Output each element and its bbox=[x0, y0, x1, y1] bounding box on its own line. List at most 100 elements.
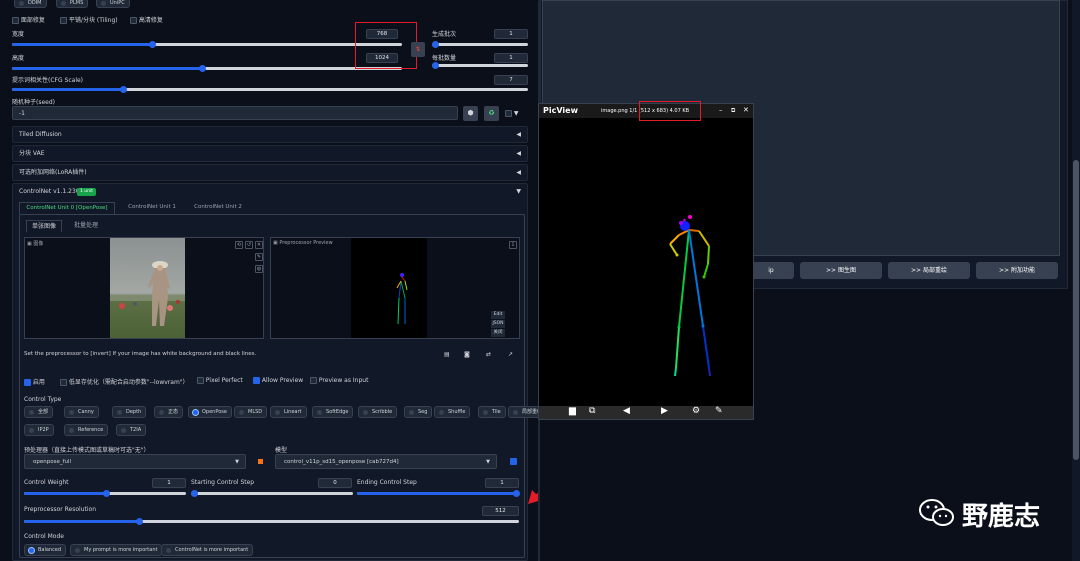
slider-knob[interactable] bbox=[191, 490, 198, 497]
control-type-option[interactable]: Lineart bbox=[270, 406, 307, 418]
palette-icon[interactable]: ◍ bbox=[255, 265, 263, 273]
scrollbar[interactable] bbox=[1072, 0, 1080, 561]
json-button[interactable]: JSON bbox=[491, 320, 505, 328]
checkbox[interactable] bbox=[310, 377, 317, 384]
tools-icon[interactable]: ✎ bbox=[715, 406, 723, 416]
checkbox[interactable] bbox=[12, 17, 19, 24]
batch-count-slider[interactable] bbox=[432, 41, 528, 48]
control-type-option[interactable]: Depth bbox=[112, 406, 147, 418]
download-icon[interactable]: ⇩ bbox=[509, 241, 517, 249]
control-type-option[interactable]: T2IA bbox=[116, 424, 147, 436]
sampler-unipc[interactable]: UniPC bbox=[96, 0, 130, 8]
tiled-diffusion-accordion[interactable]: Tiled Diffusion ◀ bbox=[12, 126, 528, 143]
control-type-option[interactable]: Reference bbox=[64, 424, 109, 436]
sampler-ddim[interactable]: DDIM bbox=[14, 0, 47, 8]
control-type-option[interactable]: OpenPose bbox=[188, 406, 232, 418]
run-preprocessor-icon[interactable] bbox=[258, 459, 263, 464]
send-icon[interactable]: ↗ bbox=[508, 351, 513, 358]
control-type-option[interactable]: Shuffle bbox=[434, 406, 471, 418]
checkbox[interactable] bbox=[24, 379, 31, 386]
slider-knob[interactable] bbox=[432, 62, 439, 69]
seed-input[interactable]: -1 bbox=[12, 106, 458, 120]
slider-knob[interactable] bbox=[149, 41, 156, 48]
caret-down-icon[interactable]: ▼ bbox=[516, 188, 521, 195]
control-type-option[interactable]: IP2P bbox=[24, 424, 54, 436]
recycle-icon[interactable]: ♻ bbox=[484, 106, 499, 121]
next-icon[interactable]: ▶ bbox=[661, 406, 668, 416]
end-step-slider[interactable] bbox=[357, 490, 520, 497]
maximize-icon[interactable]: ⧉ bbox=[731, 107, 735, 115]
mode-prompt[interactable]: My prompt is more important bbox=[70, 544, 163, 556]
cfg-input[interactable]: 7 bbox=[494, 75, 528, 85]
slider-knob[interactable] bbox=[513, 490, 520, 497]
hires-fix-option[interactable]: 高清修复 bbox=[130, 15, 163, 24]
checkbox[interactable] bbox=[253, 377, 260, 384]
batch-count-input[interactable]: 1 bbox=[494, 29, 528, 39]
model-select[interactable]: control_v11p_sd15_openpose [cab727d4] ▼ bbox=[275, 454, 497, 469]
slider-knob[interactable] bbox=[103, 490, 110, 497]
tiling-option[interactable]: 平铺/分块 (Tiling) bbox=[60, 15, 118, 24]
checkbox[interactable] bbox=[505, 110, 512, 117]
swap-icon[interactable]: ⟲ bbox=[235, 241, 243, 249]
allow-preview-option[interactable]: Allow Preview bbox=[253, 377, 303, 384]
camera-icon[interactable]: ◙ bbox=[464, 351, 470, 358]
height-slider[interactable] bbox=[12, 65, 402, 72]
mode-controlnet[interactable]: ControlNet is more important bbox=[161, 544, 254, 556]
resolution-slider[interactable] bbox=[24, 518, 519, 525]
resolution-input[interactable]: 512 bbox=[482, 506, 519, 516]
start-step-input[interactable]: 0 bbox=[318, 478, 352, 488]
lowvram-option[interactable]: 低显存优化（需配合启动参数"--lowvram"） bbox=[60, 377, 189, 386]
slider-knob[interactable] bbox=[199, 65, 206, 72]
tab-single-image[interactable]: 单张图像 bbox=[26, 220, 62, 232]
dice-icon[interactable]: ⬢ bbox=[463, 106, 478, 121]
mode-balanced[interactable]: Balanced bbox=[24, 544, 67, 556]
send-to-img2img-button[interactable]: >> 图生图 bbox=[800, 262, 882, 279]
checkbox[interactable] bbox=[60, 379, 67, 386]
batch-size-input[interactable]: 1 bbox=[494, 53, 528, 63]
control-weight-slider[interactable] bbox=[24, 490, 186, 497]
control-type-option[interactable]: SoftEdge bbox=[312, 406, 354, 418]
control-weight-input[interactable]: 1 bbox=[152, 478, 186, 488]
swap-arrows-icon[interactable]: ⇄ bbox=[486, 351, 491, 358]
control-type-option[interactable]: Seg bbox=[404, 406, 433, 418]
enable-option[interactable]: 启用 bbox=[24, 377, 45, 386]
swap-dimensions-button[interactable]: ⇅ bbox=[411, 42, 425, 57]
scrollbar-thumb[interactable] bbox=[1073, 160, 1079, 460]
extra-seed-toggle[interactable]: ▼ bbox=[505, 110, 519, 117]
end-step-input[interactable]: 1 bbox=[485, 478, 519, 488]
brush-icon[interactable]: ✎ bbox=[255, 253, 263, 261]
slider-knob[interactable] bbox=[120, 86, 127, 93]
image-upload-box[interactable]: ▣ 图像 ⟲ ↺ ✕ ✎ ◍ bbox=[24, 237, 264, 339]
control-type-option[interactable]: Scribble bbox=[358, 406, 398, 418]
cfg-slider[interactable] bbox=[12, 86, 528, 93]
width-slider[interactable] bbox=[12, 41, 402, 48]
control-type-option[interactable]: Tile bbox=[478, 406, 506, 418]
close-preview-button[interactable]: 关闭 bbox=[491, 329, 505, 337]
send-to-inpaint-button[interactable]: >> 局部重绘 bbox=[888, 262, 970, 279]
tiled-vae-accordion[interactable]: 分块 VAE ◀ bbox=[12, 145, 528, 162]
start-step-slider[interactable] bbox=[191, 490, 353, 497]
tab-unit-1[interactable]: ControlNet Unit 1 bbox=[119, 202, 185, 214]
close-icon[interactable]: ✕ bbox=[743, 106, 749, 114]
checkbox[interactable] bbox=[130, 17, 137, 24]
close-icon[interactable]: ✕ bbox=[255, 241, 263, 249]
checkbox[interactable] bbox=[60, 17, 67, 24]
restore-faces-option[interactable]: 面部修复 bbox=[12, 15, 45, 24]
previous-icon[interactable]: ◀ bbox=[623, 406, 630, 416]
control-type-option[interactable]: MLSD bbox=[234, 406, 268, 418]
pixel-perfect-option[interactable]: Pixel Perfect bbox=[197, 377, 243, 384]
sampler-plms[interactable]: PLMS bbox=[56, 0, 89, 8]
send-to-extras-button[interactable]: >> 附加功能 bbox=[976, 262, 1058, 279]
slider-knob[interactable] bbox=[432, 41, 439, 48]
control-type-option[interactable]: Canny bbox=[64, 406, 99, 418]
tab-batch[interactable]: 批量处理 bbox=[68, 220, 104, 232]
edit-button[interactable]: Edit bbox=[491, 311, 505, 319]
control-type-option[interactable]: 全部 bbox=[24, 406, 54, 418]
refresh-models-icon[interactable] bbox=[510, 458, 517, 465]
folder-icon[interactable]: ▆ bbox=[569, 406, 576, 416]
send-button-partial[interactable]: ip bbox=[748, 262, 794, 279]
minimize-icon[interactable]: – bbox=[719, 106, 723, 114]
lora-accordion[interactable]: 可选附加网络(LoRA插件) ◀ bbox=[12, 164, 528, 181]
preprocessor-select[interactable]: openpose_full ▼ bbox=[24, 454, 246, 469]
preview-input-option[interactable]: Preview as Input bbox=[310, 377, 368, 384]
